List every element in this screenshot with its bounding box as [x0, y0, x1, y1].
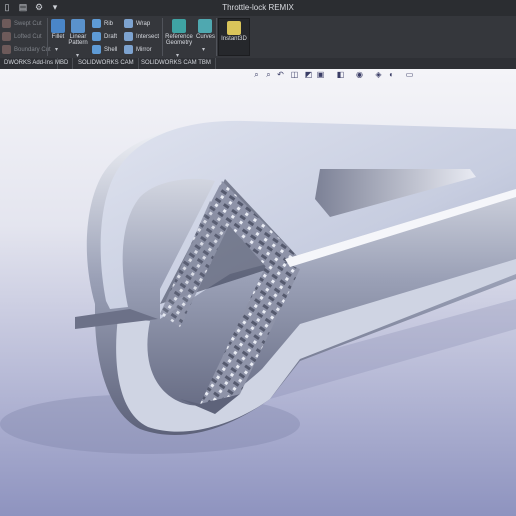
lofted-cut-button[interactable]: Lofted Cut	[2, 32, 42, 41]
linear-pattern-button[interactable]: Linear Pattern	[68, 19, 88, 46]
reference-geometry-label-2: Geometry	[165, 40, 193, 46]
fillet-button[interactable]: Fillet	[50, 19, 66, 40]
boundary-cut-icon	[2, 45, 11, 54]
reference-geometry-icon	[172, 19, 186, 33]
ribbon-separator	[47, 18, 48, 56]
ribbon-features: Swept Cut Lofted Cut Boundary Cut Fillet…	[0, 16, 516, 59]
shell-button[interactable]: Shell	[92, 45, 117, 54]
tab-addins[interactable]: DWORKS Add-Ins	[0, 58, 59, 69]
zoom-area-icon[interactable]: ⌕	[264, 70, 273, 79]
tab-mbd[interactable]: MBD	[51, 58, 74, 69]
apply-scene-icon[interactable]: ◐	[387, 70, 396, 79]
swept-cut-label: Swept Cut	[14, 20, 42, 27]
view-orientation-icon[interactable]: ▣	[316, 70, 325, 79]
mirror-icon	[124, 45, 133, 54]
wrap-icon	[124, 19, 133, 28]
boundary-cut-label: Boundary Cut	[14, 46, 51, 53]
linear-pattern-icon	[71, 19, 85, 33]
lofted-cut-label: Lofted Cut	[14, 33, 42, 40]
shell-label: Shell	[104, 46, 118, 53]
mirror-button[interactable]: Mirror	[124, 45, 152, 54]
rib-label: Rib	[104, 20, 114, 27]
swept-cut-button[interactable]: Swept Cut	[2, 19, 42, 28]
instant3d-icon	[227, 21, 241, 35]
tab-solidworks-cam-tbm[interactable]: SOLIDWORKS CAM TBM	[137, 58, 216, 69]
fillet-dropdown[interactable]: ▾	[55, 46, 58, 53]
instant3d-label: Instant3D	[221, 36, 247, 42]
ribbon-separator	[162, 18, 163, 56]
draft-icon	[92, 32, 101, 41]
window-title: Throttle-lock REMIX	[222, 3, 294, 12]
lofted-cut-icon	[2, 32, 11, 41]
fillet-icon	[51, 19, 65, 33]
linear-pattern-label-2: Pattern	[68, 40, 88, 46]
intersect-label: Intersect	[136, 33, 160, 40]
rib-button[interactable]: Rib	[92, 19, 113, 28]
display-style-icon[interactable]: ◧	[336, 70, 345, 79]
title-bar: ▯ ▤ ⚙ ▾ Throttle-lock REMIX	[0, 0, 516, 16]
curves-button[interactable]: Curves	[196, 19, 216, 40]
swept-cut-icon	[2, 19, 11, 28]
curves-label: Curves	[196, 34, 216, 40]
mirror-label: Mirror	[136, 46, 152, 53]
model-view[interactable]	[0, 69, 516, 516]
tab-solidworks-cam[interactable]: SOLIDWORKS CAM	[74, 58, 139, 69]
rib-icon	[92, 19, 101, 28]
zoom-to-fit-icon[interactable]: ⌕	[252, 70, 261, 79]
previous-view-icon[interactable]: ↶	[276, 70, 285, 79]
dynamic-annotation-icon[interactable]: ◩	[304, 70, 313, 79]
boundary-cut-button[interactable]: Boundary Cut	[2, 45, 51, 54]
fillet-label: Fillet	[51, 34, 65, 40]
instant3d-button[interactable]: Instant3D	[218, 18, 250, 56]
reference-geometry-button[interactable]: Reference Geometry	[165, 19, 193, 46]
ribbon-separator	[216, 18, 217, 56]
wrap-button[interactable]: Wrap	[124, 19, 150, 28]
view-settings-icon[interactable]: ▭	[405, 70, 414, 79]
command-manager-tabs: DWORKS Add-Ins MBD SOLIDWORKS CAM SOLIDW…	[0, 58, 516, 69]
graphics-area[interactable]: ⌕ ⌕ ↶ ◫ ◩ ▣ ◧ ◉ ◈ ◐ ▭	[0, 69, 516, 516]
draft-button[interactable]: Draft	[92, 32, 117, 41]
curves-dropdown[interactable]: ▾	[202, 46, 205, 53]
intersect-button[interactable]: Intersect	[124, 32, 159, 41]
edit-appearance-icon[interactable]: ◈	[374, 70, 383, 79]
wrap-label: Wrap	[136, 20, 151, 27]
draft-label: Draft	[104, 33, 118, 40]
section-view-icon[interactable]: ◫	[290, 70, 299, 79]
intersect-icon	[124, 32, 133, 41]
curves-icon	[198, 19, 212, 33]
hide-show-items-icon[interactable]: ◉	[355, 70, 364, 79]
shell-icon	[92, 45, 101, 54]
